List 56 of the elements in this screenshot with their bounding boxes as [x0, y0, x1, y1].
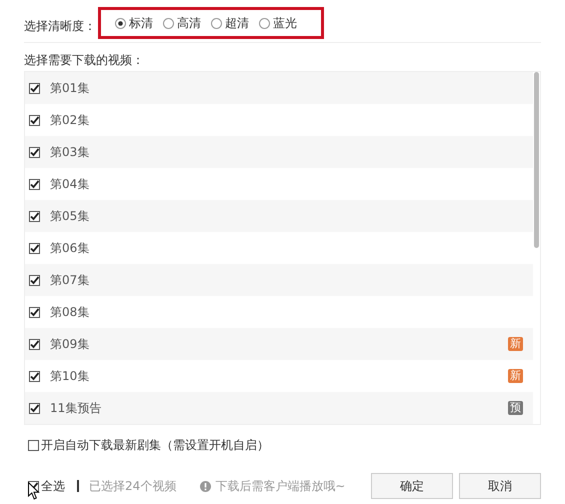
radio-option[interactable]: 超清	[211, 14, 249, 32]
episode-title: 第01集	[50, 80, 90, 96]
auto-download-label: 开启自动下载最新剧集（需设置开机自启）	[41, 436, 269, 454]
radio-button[interactable]	[115, 18, 126, 28]
checkbox[interactable]	[29, 274, 40, 286]
section-label: 选择需要下载的视频：	[24, 52, 145, 69]
episode-title: 第10集	[50, 368, 90, 384]
episode-badge: 预	[508, 401, 523, 415]
episode-badge: 新	[508, 337, 523, 351]
cursor-icon	[28, 482, 40, 500]
notice-text: 下载后需客户端播放哦~	[215, 478, 346, 494]
dialog-button[interactable]: 确定	[371, 473, 453, 499]
episode-title: 第08集	[50, 304, 90, 320]
checkbox[interactable]	[29, 242, 40, 254]
quality-label: 选择清晰度：	[24, 18, 96, 34]
episode-row[interactable]: 第05集	[25, 200, 533, 232]
episode-row[interactable]: 11集预告 预	[25, 392, 533, 424]
checkbox[interactable]	[29, 114, 40, 126]
radio-option[interactable]: 高清	[163, 14, 201, 32]
checkbox[interactable]	[29, 306, 40, 318]
episode-title: 第05集	[50, 208, 90, 224]
radio-button[interactable]	[211, 18, 222, 28]
episode-title: 第02集	[50, 112, 90, 128]
checkbox[interactable]	[29, 82, 40, 94]
radio-option[interactable]: 标清	[115, 14, 153, 32]
checkbox[interactable]	[29, 338, 40, 350]
episode-row[interactable]: 第07集	[25, 264, 533, 296]
episode-row[interactable]: 第10集 新	[25, 360, 533, 392]
radio-option[interactable]: 蓝光	[259, 14, 297, 32]
checkbox[interactable]	[29, 402, 40, 414]
episode-title: 11集预告	[50, 400, 102, 416]
checkbox[interactable]	[28, 440, 39, 450]
episode-title: 第07集	[50, 272, 90, 288]
selected-count: 已选择24个视频	[89, 478, 176, 494]
episode-row[interactable]: 第06集	[25, 232, 533, 264]
episode-title: 第03集	[50, 144, 90, 160]
episode-row[interactable]: 第04集	[25, 168, 533, 200]
select-all-label[interactable]: 全选	[41, 478, 65, 494]
checkbox[interactable]	[29, 210, 40, 222]
dialog-button[interactable]: 取消	[459, 473, 541, 499]
scrollbar-thumb[interactable]	[534, 72, 539, 248]
episode-title: 第04集	[50, 176, 90, 192]
episode-row[interactable]: 第08集	[25, 296, 533, 328]
episode-badge: 新	[508, 369, 523, 383]
episode-row[interactable]: 第03集	[25, 136, 533, 168]
episode-row[interactable]: 第09集 新	[25, 328, 533, 360]
episode-title: 第09集	[50, 336, 90, 352]
info-icon	[200, 480, 212, 492]
checkbox[interactable]	[29, 178, 40, 190]
checkbox[interactable]	[29, 370, 40, 382]
episode-row[interactable]: 第02集	[25, 104, 533, 136]
radio-button[interactable]	[163, 18, 174, 28]
checkbox[interactable]	[29, 146, 40, 158]
radio-button[interactable]	[259, 18, 270, 28]
episode-title: 第06集	[50, 240, 90, 256]
episode-row[interactable]: 第01集	[25, 72, 533, 104]
